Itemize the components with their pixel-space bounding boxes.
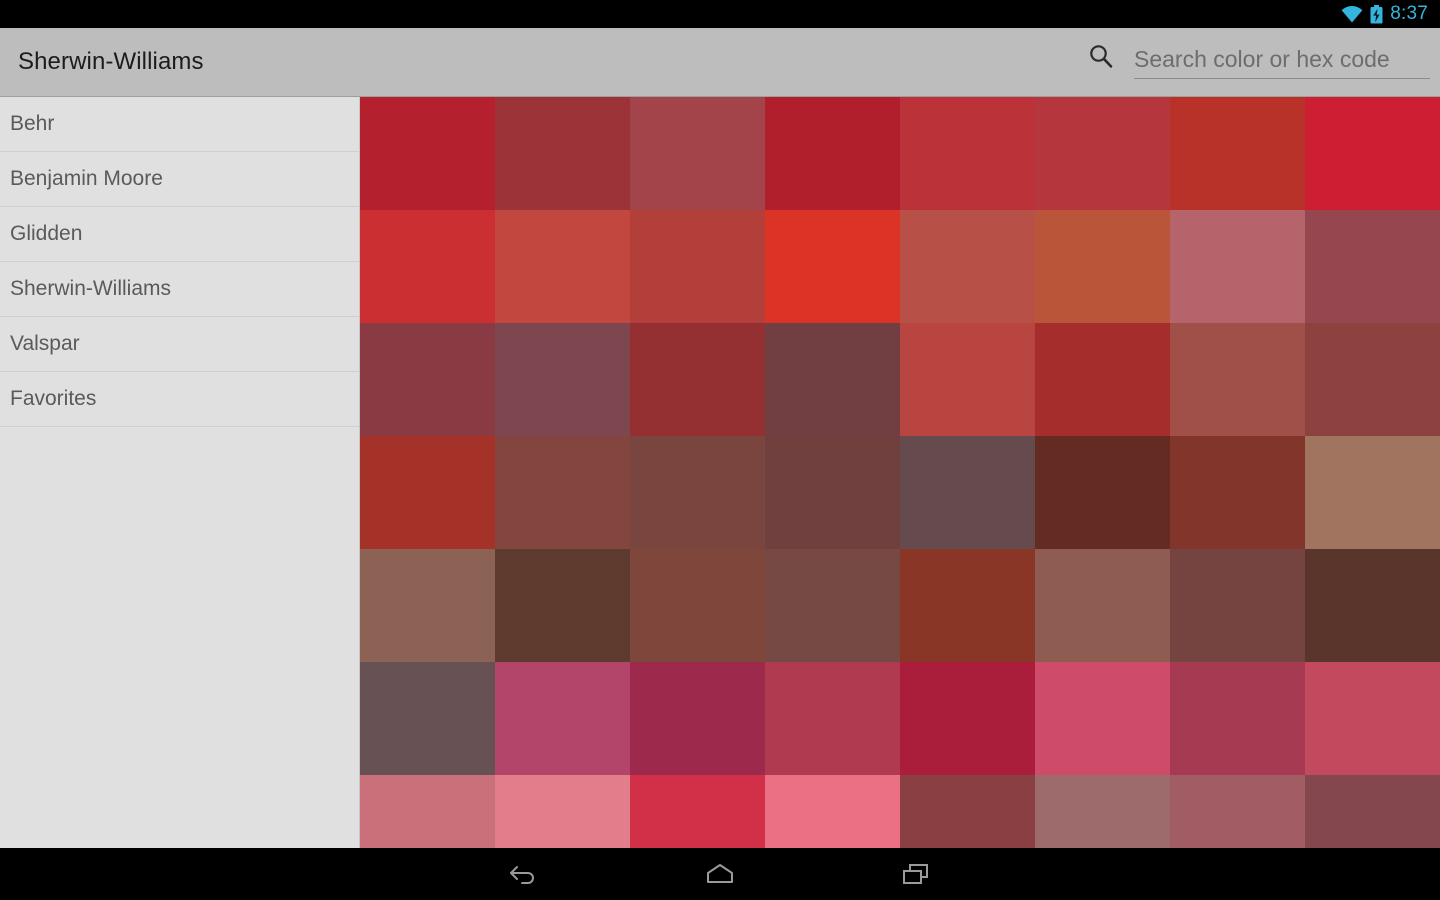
color-swatch[interactable] <box>1305 662 1440 775</box>
color-swatch[interactable] <box>630 775 765 848</box>
color-swatch[interactable] <box>360 662 495 775</box>
back-icon[interactable] <box>496 854 552 894</box>
color-swatch-grid <box>360 97 1440 848</box>
sidebar-item-glidden[interactable]: Glidden <box>0 207 359 262</box>
color-swatch[interactable] <box>765 323 900 436</box>
wifi-icon <box>1341 5 1363 23</box>
color-swatch[interactable] <box>1035 775 1170 848</box>
sidebar-item-label: Valspar <box>10 332 80 355</box>
color-swatch[interactable] <box>900 210 1035 323</box>
color-swatch[interactable] <box>630 210 765 323</box>
sidebar-item-sherwin-williams[interactable]: Sherwin-Williams <box>0 262 359 317</box>
color-swatch[interactable] <box>1305 97 1440 210</box>
search-field <box>1134 46 1430 79</box>
color-swatch[interactable] <box>360 549 495 662</box>
color-swatch[interactable] <box>1170 97 1305 210</box>
color-swatch[interactable] <box>1305 549 1440 662</box>
status-bar: 8:37 <box>0 0 1440 28</box>
color-swatch[interactable] <box>1035 549 1170 662</box>
color-swatch[interactable] <box>1035 323 1170 436</box>
android-nav-bar <box>0 848 1440 900</box>
color-swatch[interactable] <box>495 436 630 549</box>
color-swatch[interactable] <box>1035 210 1170 323</box>
status-bar-clock: 8:37 <box>1390 3 1428 24</box>
color-swatch[interactable] <box>1035 436 1170 549</box>
color-swatch[interactable] <box>765 436 900 549</box>
color-swatch[interactable] <box>495 775 630 848</box>
color-swatch[interactable] <box>360 210 495 323</box>
color-swatch[interactable] <box>765 210 900 323</box>
color-swatch[interactable] <box>360 323 495 436</box>
search-area <box>1088 43 1430 81</box>
color-swatch[interactable] <box>495 323 630 436</box>
color-swatch[interactable] <box>1170 549 1305 662</box>
sidebar-item-favorites[interactable]: Favorites <box>0 372 359 427</box>
color-swatch[interactable] <box>1170 323 1305 436</box>
color-swatch[interactable] <box>1305 775 1440 848</box>
color-swatch[interactable] <box>630 662 765 775</box>
color-swatch[interactable] <box>1170 662 1305 775</box>
color-swatch[interactable] <box>630 549 765 662</box>
color-swatch[interactable] <box>765 775 900 848</box>
color-swatch[interactable] <box>630 97 765 210</box>
color-swatch[interactable] <box>1170 210 1305 323</box>
color-swatch[interactable] <box>360 97 495 210</box>
color-swatch[interactable] <box>630 436 765 549</box>
color-swatch[interactable] <box>1170 436 1305 549</box>
sidebar-item-label: Benjamin Moore <box>10 167 163 190</box>
color-swatch[interactable] <box>765 662 900 775</box>
color-swatch[interactable] <box>1305 323 1440 436</box>
color-swatch[interactable] <box>900 323 1035 436</box>
color-swatch[interactable] <box>1035 97 1170 210</box>
color-swatch[interactable] <box>495 97 630 210</box>
sidebar-item-benjamin-moore[interactable]: Benjamin Moore <box>0 152 359 207</box>
sidebar-item-label: Glidden <box>10 222 83 245</box>
color-swatch[interactable] <box>900 775 1035 848</box>
sidebar-item-label: Behr <box>10 112 55 135</box>
color-swatch[interactable] <box>900 97 1035 210</box>
color-swatch[interactable] <box>360 436 495 549</box>
color-swatch[interactable] <box>630 323 765 436</box>
sidebar-item-label: Favorites <box>10 387 97 410</box>
search-icon[interactable] <box>1088 43 1114 74</box>
color-swatch[interactable] <box>1035 662 1170 775</box>
color-swatch[interactable] <box>495 210 630 323</box>
battery-charging-icon <box>1370 4 1383 24</box>
color-swatch[interactable] <box>495 549 630 662</box>
color-swatch[interactable] <box>1305 436 1440 549</box>
color-swatch[interactable] <box>360 775 495 848</box>
color-swatch[interactable] <box>1170 775 1305 848</box>
color-swatch[interactable] <box>900 436 1035 549</box>
sidebar-item-label: Sherwin-Williams <box>10 277 172 300</box>
android-screen: 8:37 Sherwin-Williams Behr Benjamin Moor… <box>0 0 1440 900</box>
page-title: Sherwin-Williams <box>18 48 204 75</box>
sidebar-item-behr[interactable]: Behr <box>0 97 359 152</box>
color-swatch[interactable] <box>495 662 630 775</box>
recents-icon[interactable] <box>888 854 944 894</box>
home-icon[interactable] <box>692 854 748 894</box>
color-swatch[interactable] <box>900 662 1035 775</box>
sidebar-item-valspar[interactable]: Valspar <box>0 317 359 372</box>
color-swatch[interactable] <box>1305 210 1440 323</box>
color-swatch[interactable] <box>765 549 900 662</box>
app-bar: Sherwin-Williams <box>0 28 1440 97</box>
color-swatch[interactable] <box>765 97 900 210</box>
search-input[interactable] <box>1134 46 1430 73</box>
brand-sidebar: Behr Benjamin Moore Glidden Sherwin-Will… <box>0 97 360 848</box>
color-swatch[interactable] <box>900 549 1035 662</box>
